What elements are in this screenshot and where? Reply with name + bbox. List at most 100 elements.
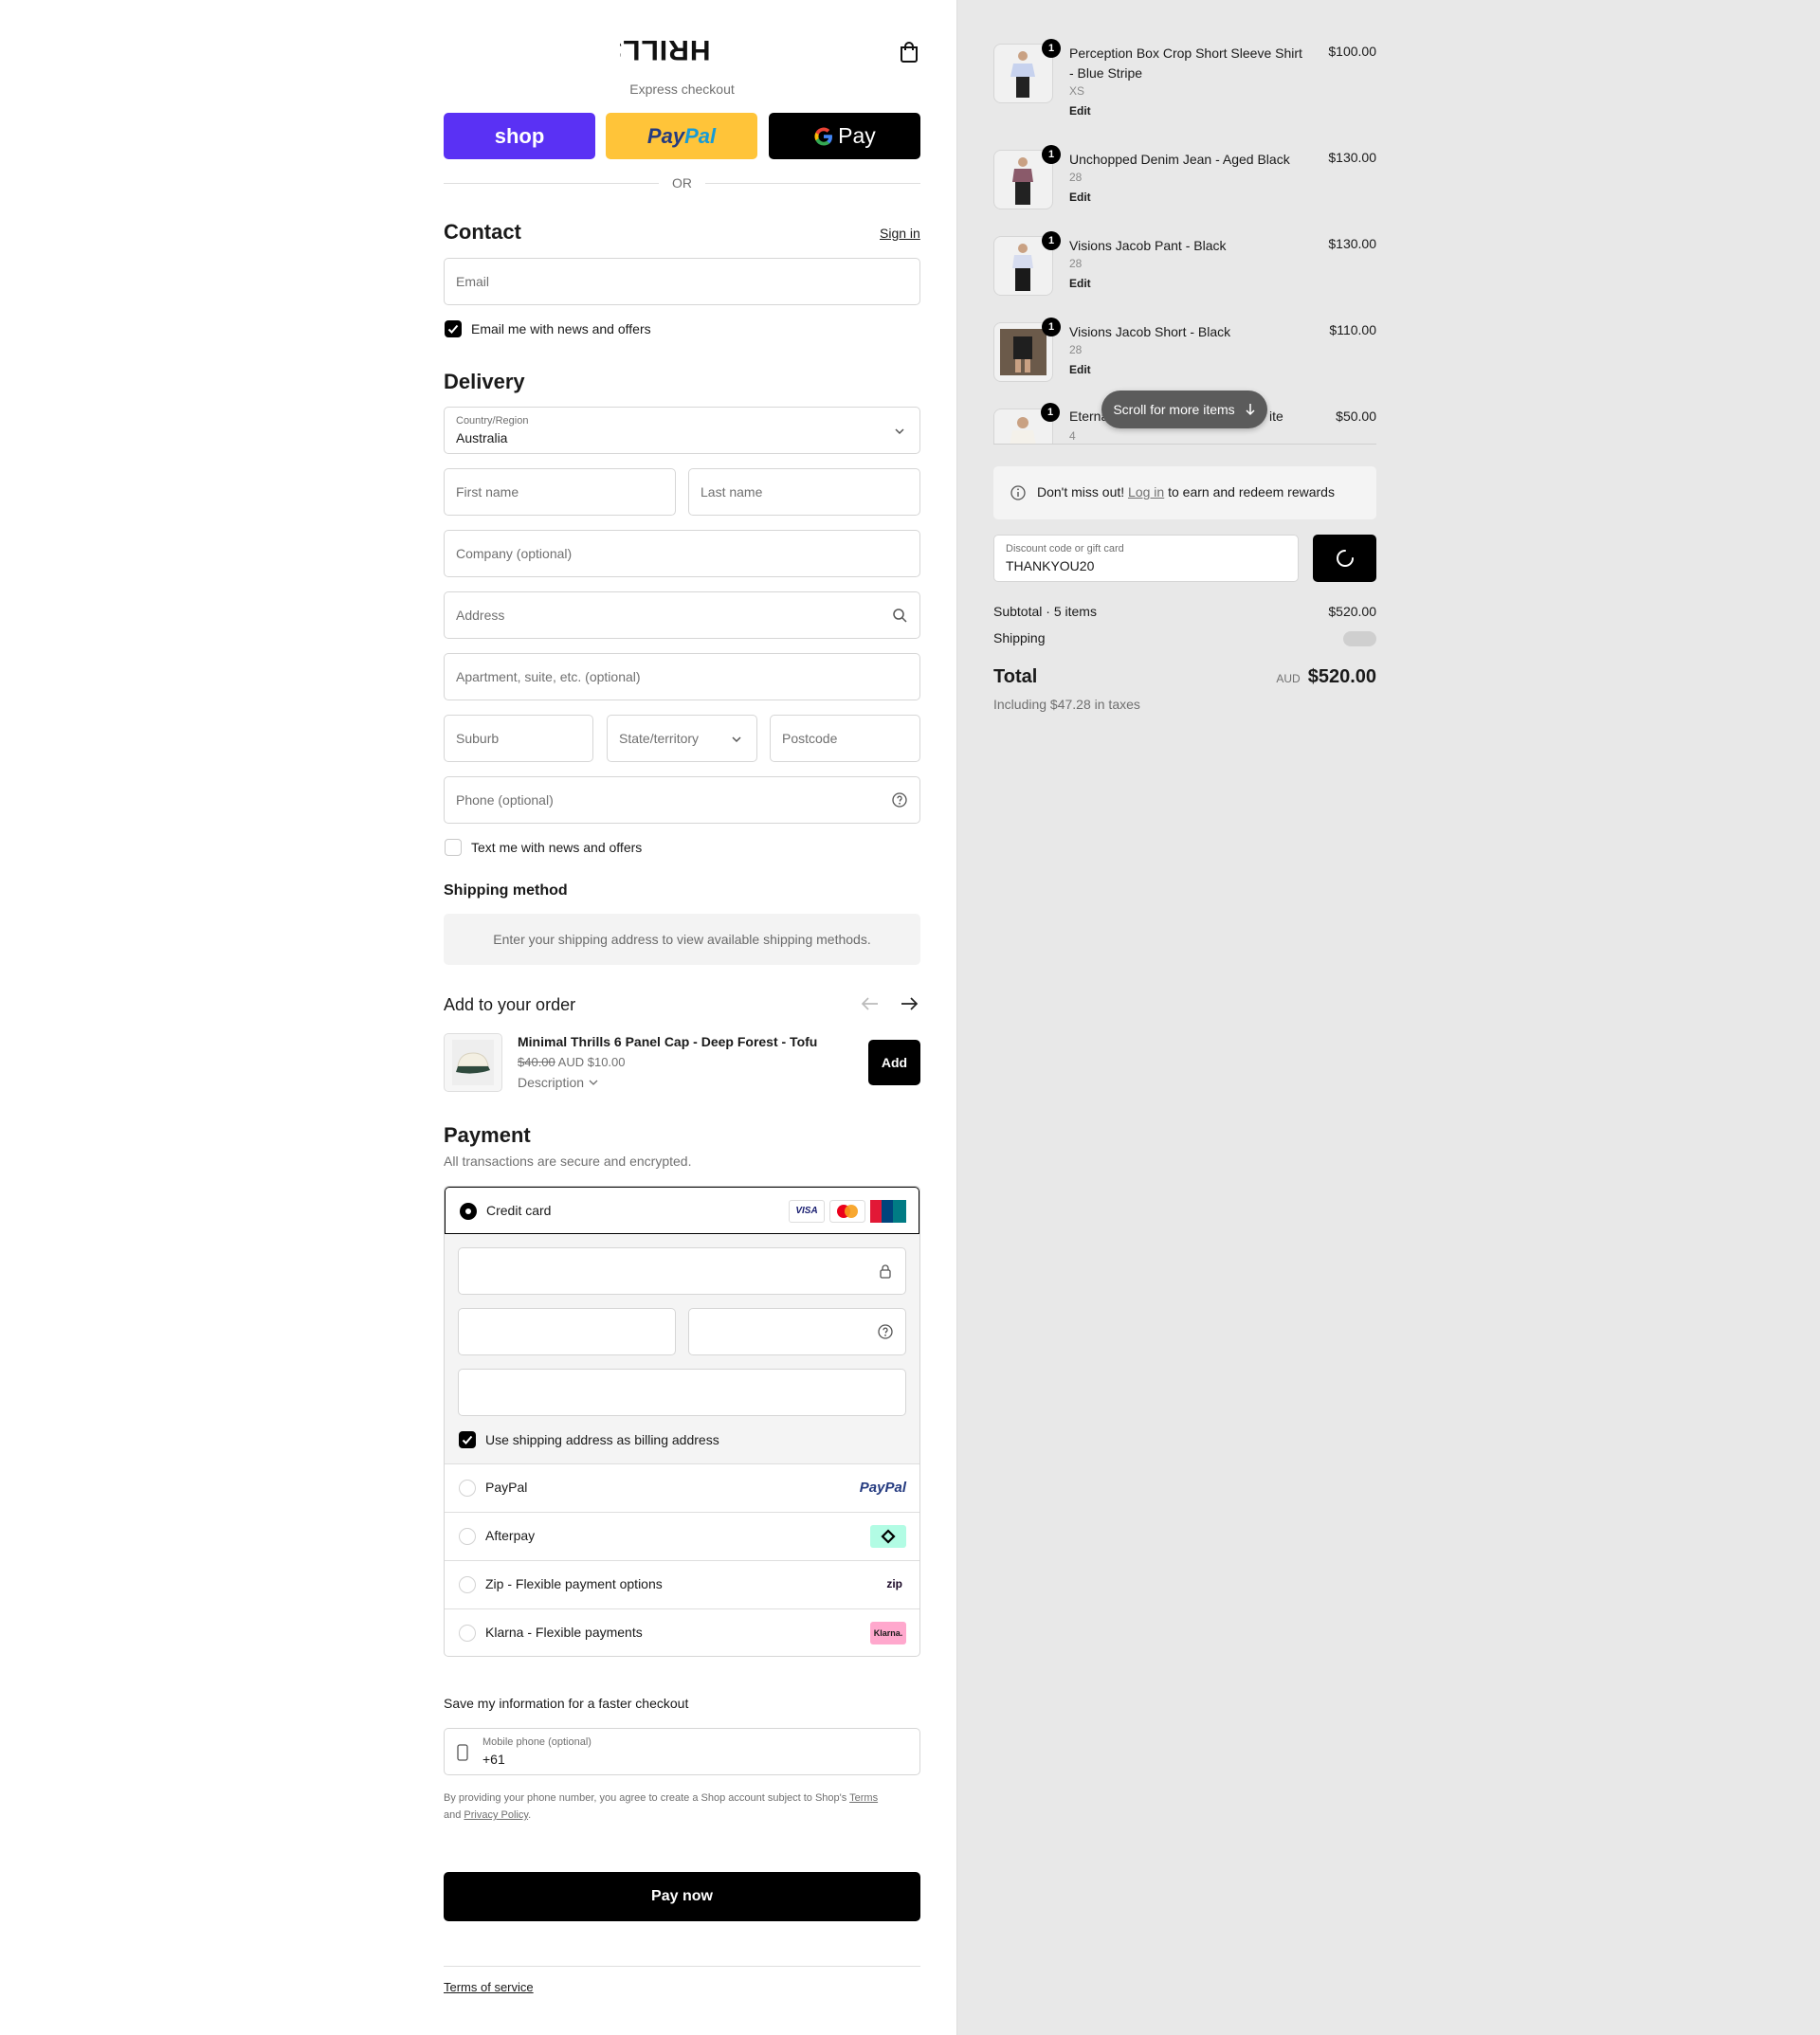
payment-option-afterpay[interactable]: Afterpay — [445, 1512, 919, 1560]
country-select[interactable]: Country/Region Australia — [444, 407, 920, 454]
line-item: 1 Perception Box Crop Short Sleeve Shirt… — [993, 39, 1376, 119]
item-edit-link[interactable]: Edit — [1069, 363, 1091, 376]
delivery-heading: Delivery — [444, 370, 525, 393]
klarna-badge: Klarna. — [870, 1622, 906, 1644]
apply-discount-button[interactable] — [1313, 535, 1376, 582]
payment-option-paypal[interactable]: PayPal PayPal — [445, 1463, 919, 1512]
shop-pay-button[interactable]: shop — [444, 113, 595, 159]
terms-of-service-link[interactable]: Terms of service — [444, 1980, 534, 1994]
quantity-badge: 1 — [1042, 231, 1061, 250]
card-number-field[interactable] — [458, 1247, 906, 1295]
last-name-field[interactable]: Last name — [688, 468, 920, 516]
quantity-badge: 1 — [1041, 403, 1060, 422]
discount-label: Discount code or gift card — [1006, 543, 1124, 554]
shop-pay-label: shop — [494, 123, 545, 148]
paypal-express-button[interactable]: Pay Pal — [606, 113, 757, 159]
total-value: $520.00 — [1307, 666, 1376, 687]
billing-same-label: Use shipping address as billing address — [485, 1432, 719, 1447]
payment-methods: Credit card VISA Use shipping address as — [444, 1186, 920, 1657]
shop-mobile-phone-field[interactable]: Mobile phone (optional) +61 — [444, 1728, 920, 1775]
sign-in-link[interactable]: Sign in — [880, 226, 920, 241]
chevron-down-icon — [732, 736, 741, 743]
product-thumbnail: 1 — [993, 318, 1061, 382]
afterpay-radio[interactable] — [459, 1528, 476, 1545]
thrills-logo[interactable]: THRILLS — [620, 32, 711, 66]
item-name: Visions Jacob Pant - Black — [1069, 238, 1227, 253]
tax-note: Including $47.28 in taxes — [993, 697, 1140, 712]
billing-same-checkbox[interactable] — [459, 1431, 476, 1448]
or-label: OR — [672, 175, 692, 191]
shopping-bag-icon[interactable] — [896, 39, 922, 65]
card-expiry-field[interactable] — [458, 1308, 676, 1355]
rewards-text-b: to earn and redeem rewards — [1168, 484, 1335, 500]
google-pay-label: Pay — [838, 123, 876, 148]
item-variant: 28 — [1069, 257, 1083, 270]
upsell-old-price: $40.00 — [518, 1055, 555, 1069]
card-security-code-field[interactable] — [688, 1308, 906, 1355]
help-circle-icon[interactable] — [877, 1323, 894, 1340]
save-info-heading: Save my information for a faster checkou… — [444, 1696, 689, 1711]
apartment-field[interactable]: Apartment, suite, etc. (optional) — [444, 653, 920, 700]
upsell-heading: Add to your order — [444, 995, 576, 1014]
product-thumbnail: 1 — [993, 39, 1061, 103]
paypal-radio[interactable] — [459, 1480, 476, 1497]
payment-option-zip[interactable]: Zip - Flexible payment options zip — [445, 1560, 919, 1608]
unionpay-icon — [870, 1200, 906, 1223]
state-select[interactable]: State/territory — [607, 715, 757, 762]
upsell-description-toggle[interactable]: Description — [518, 1075, 599, 1090]
payment-option-credit-card[interactable]: Credit card VISA — [445, 1187, 919, 1234]
arrow-left-icon[interactable] — [860, 994, 881, 1013]
shop-terms-link[interactable]: Terms — [849, 1792, 878, 1804]
google-pay-button[interactable]: Pay — [769, 113, 920, 159]
item-price: $130.00 — [1328, 150, 1376, 165]
chevron-down-icon — [589, 1080, 598, 1085]
product-thumbnail: 1 — [993, 231, 1061, 296]
pay-now-button[interactable]: Pay now — [444, 1872, 920, 1921]
arrow-right-icon[interactable] — [899, 994, 919, 1013]
upsell-price: $40.00 AUD $10.00 — [518, 1055, 626, 1069]
quantity-badge: 1 — [1042, 145, 1061, 164]
zip-option-label: Zip - Flexible payment options — [485, 1576, 663, 1591]
phone-field[interactable]: Phone (optional) — [444, 776, 920, 824]
checkmark-icon — [447, 324, 459, 334]
legal-text-end: . — [528, 1809, 532, 1821]
scroll-for-more-button[interactable]: Scroll for more items — [1101, 391, 1267, 428]
shipping-label: Shipping — [993, 630, 1046, 645]
payment-option-klarna[interactable]: Klarna - Flexible payments Klarna. — [445, 1608, 919, 1656]
shop-privacy-link[interactable]: Privacy Policy — [464, 1809, 528, 1821]
express-checkout-label: Express checkout — [629, 82, 735, 97]
email-newsletter-checkbox[interactable] — [445, 320, 462, 337]
help-circle-icon[interactable] — [891, 791, 908, 809]
company-field[interactable]: Company (optional) — [444, 530, 920, 577]
upsell-add-button[interactable]: Add — [868, 1040, 920, 1085]
item-edit-link[interactable]: Edit — [1069, 277, 1091, 290]
suburb-field[interactable]: Suburb — [444, 715, 593, 762]
item-variant: XS — [1069, 84, 1085, 98]
total-currency: AUD — [1276, 672, 1301, 685]
rewards-login-link[interactable]: Log in — [1128, 484, 1164, 500]
klarna-option-label: Klarna - Flexible payments — [485, 1625, 643, 1640]
item-name-end: ite — [1269, 409, 1283, 424]
sms-newsletter-checkbox[interactable] — [445, 839, 462, 856]
card-name-field[interactable] — [458, 1369, 906, 1416]
line-item: 1 Visions Jacob Pant - Black 28 Edit $13… — [993, 231, 1376, 302]
cap-icon — [452, 1040, 494, 1085]
legal-text-and: and — [444, 1809, 462, 1821]
afterpay-badge-icon — [870, 1525, 906, 1548]
discount-value: THANKYOU20 — [1006, 558, 1095, 573]
email-field[interactable]: Email — [444, 258, 920, 305]
item-price: $100.00 — [1328, 44, 1376, 59]
klarna-radio[interactable] — [459, 1625, 476, 1642]
zip-radio[interactable] — [459, 1576, 476, 1593]
address-placeholder: Address — [456, 608, 505, 623]
first-name-field[interactable]: First name — [444, 468, 676, 516]
quantity-badge: 1 — [1042, 318, 1061, 336]
postcode-field[interactable]: Postcode — [770, 715, 920, 762]
discount-code-field[interactable]: Discount code or gift card THANKYOU20 — [993, 535, 1299, 582]
address-field[interactable]: Address — [444, 591, 920, 639]
item-edit-link[interactable]: Edit — [1069, 104, 1091, 118]
search-icon — [893, 609, 907, 623]
rewards-banner: Don't miss out! Log in to earn and redee… — [993, 466, 1376, 519]
credit-card-radio[interactable] — [460, 1203, 477, 1220]
item-edit-link[interactable]: Edit — [1069, 191, 1091, 204]
